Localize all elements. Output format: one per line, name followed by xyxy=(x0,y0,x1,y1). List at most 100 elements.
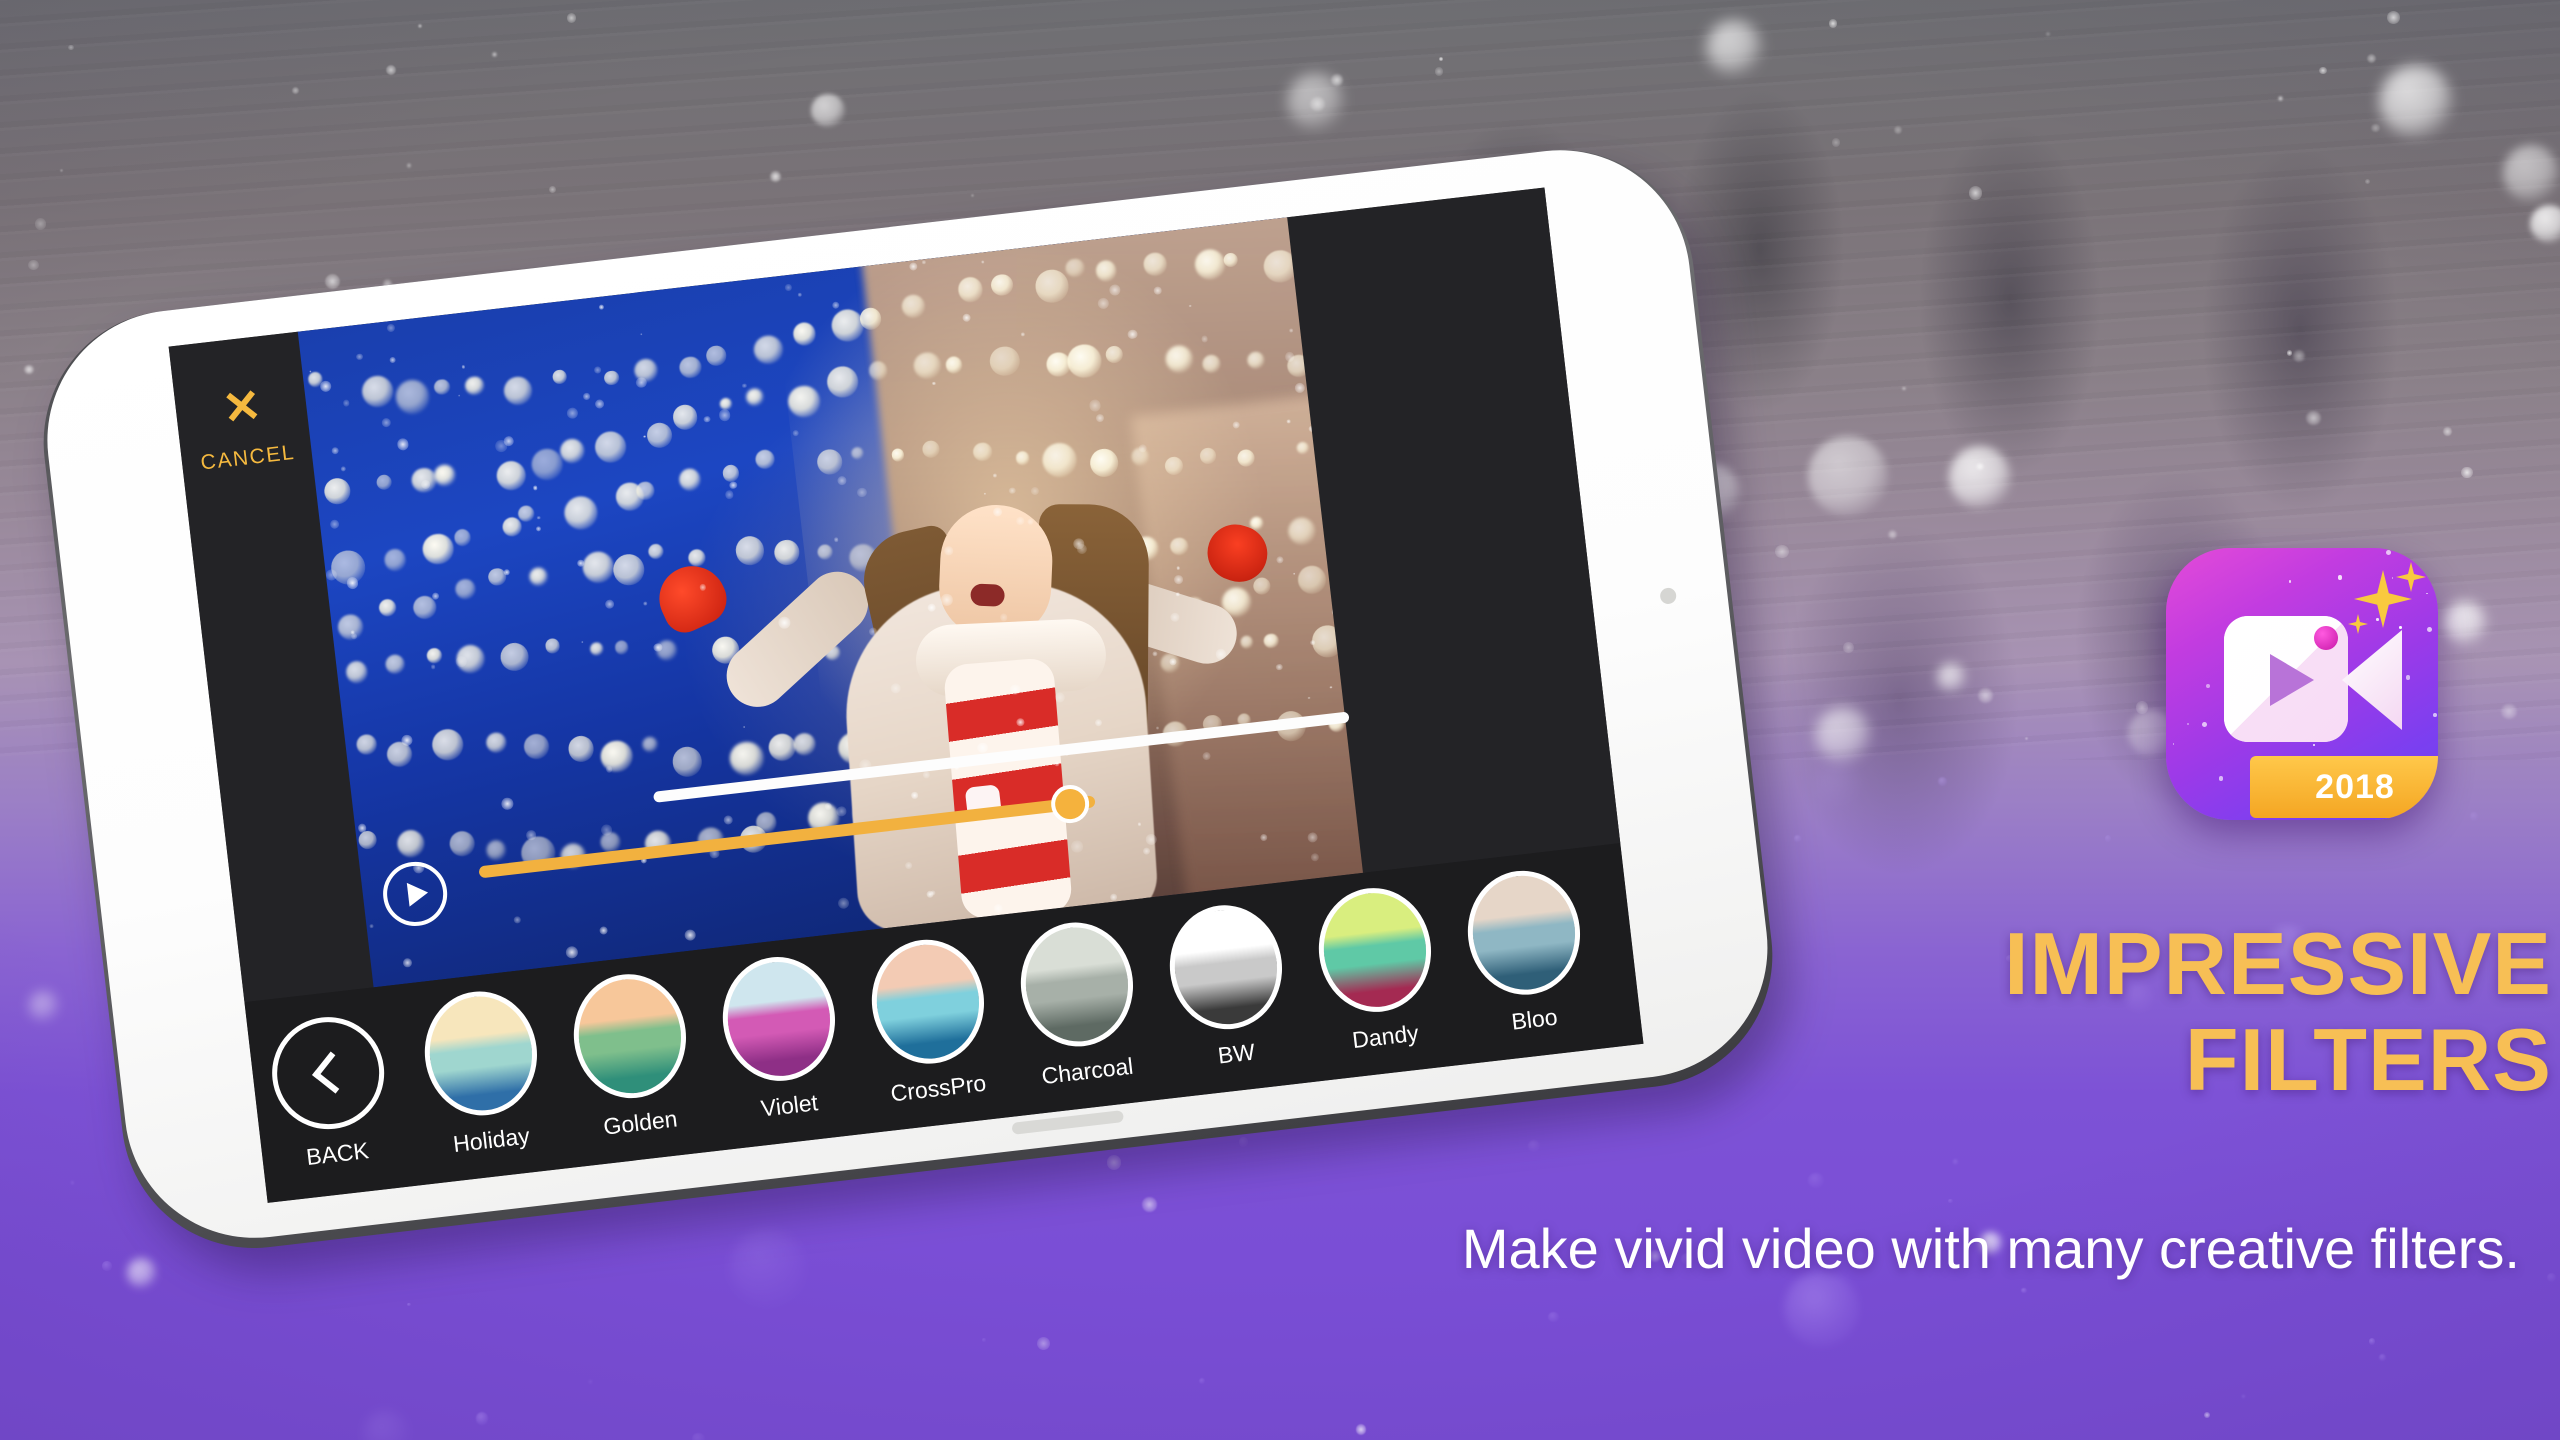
icon-star xyxy=(2186,722,2190,726)
snow-fleck xyxy=(342,399,351,408)
filter-thumbnail[interactable] xyxy=(1014,916,1141,1053)
snow-fleck xyxy=(565,945,579,960)
sparkle-small-icon xyxy=(2348,614,2368,634)
filter-thumbnail[interactable] xyxy=(1163,899,1290,1036)
icon-star xyxy=(2201,721,2207,727)
string-light xyxy=(307,371,324,388)
filter-thumbnail[interactable] xyxy=(567,968,694,1105)
string-light xyxy=(705,345,728,367)
icon-star xyxy=(2427,627,2433,633)
string-light xyxy=(426,647,443,664)
snow-fleck xyxy=(369,924,374,929)
snow-fleck xyxy=(728,480,738,490)
string-light xyxy=(529,446,565,482)
string-light xyxy=(593,429,628,465)
string-light xyxy=(495,459,528,492)
string-light xyxy=(528,566,549,587)
icon-star xyxy=(2172,743,2175,745)
icon-star xyxy=(2376,618,2379,621)
string-light xyxy=(603,369,620,386)
string-light xyxy=(671,745,704,778)
string-light xyxy=(410,466,438,494)
string-light xyxy=(552,369,567,385)
filter-item[interactable]: Holiday xyxy=(400,983,568,1162)
filter-item[interactable]: Bloo xyxy=(1443,862,1611,1041)
filter-item[interactable]: CrossPro xyxy=(847,931,1015,1110)
filter-label: Bloo xyxy=(1510,1003,1559,1035)
tagline: Make vivid video with many creative filt… xyxy=(1461,1217,2520,1280)
promo-stage: ✕ CANCEL ✓ OKAY APPLY ALL xyxy=(0,0,2560,1440)
snow-fleck xyxy=(402,957,413,968)
string-light xyxy=(792,731,817,757)
subject-mouth xyxy=(970,583,1006,607)
string-light xyxy=(544,638,561,654)
filter-thumbnail[interactable] xyxy=(1312,881,1439,1018)
string-light xyxy=(645,421,674,449)
video-preview[interactable] xyxy=(295,217,1365,988)
snow-fleck xyxy=(430,664,436,670)
filter-item[interactable]: Golden xyxy=(549,966,717,1145)
headline-line-2: FILTERS xyxy=(2184,1010,2552,1109)
string-light xyxy=(385,653,406,675)
snow-fleck xyxy=(329,519,340,530)
filter-thumbnail[interactable] xyxy=(716,950,843,1087)
icon-star xyxy=(2405,675,2411,680)
string-light xyxy=(655,639,678,662)
snow-fleck xyxy=(604,599,615,610)
string-light xyxy=(641,736,659,753)
snow-fleck xyxy=(718,408,731,422)
string-light xyxy=(421,532,455,567)
string-light xyxy=(671,403,699,431)
snow-fleck xyxy=(396,437,410,451)
string-light xyxy=(357,829,378,851)
filter-label: Holiday xyxy=(451,1122,531,1158)
filter-label: BW xyxy=(1216,1038,1257,1069)
filter-thumbnail[interactable] xyxy=(418,985,545,1122)
record-dot-icon xyxy=(2314,626,2338,650)
snow-fleck xyxy=(355,353,363,361)
icon-star xyxy=(2391,577,2394,579)
string-light xyxy=(485,839,507,861)
chevron-left-icon xyxy=(266,1011,391,1136)
string-light xyxy=(464,375,485,396)
cancel-button-label: CANCEL xyxy=(199,440,297,475)
string-light xyxy=(344,660,369,685)
string-light xyxy=(411,594,438,621)
snow-fleck xyxy=(381,417,392,429)
icon-star xyxy=(2288,580,2292,583)
string-light xyxy=(502,375,534,407)
string-light xyxy=(559,437,587,465)
close-icon: ✕ xyxy=(219,378,265,435)
snow-fleck xyxy=(640,332,643,336)
back-button[interactable]: BACK xyxy=(246,1001,413,1176)
string-light xyxy=(454,577,477,600)
string-light xyxy=(687,548,707,568)
string-light xyxy=(611,552,647,588)
filter-item[interactable]: Dandy xyxy=(1294,880,1462,1059)
filter-thumbnail[interactable] xyxy=(1461,864,1588,1001)
icon-star xyxy=(2218,775,2224,781)
phone-screen: ✕ CANCEL ✓ OKAY APPLY ALL xyxy=(168,187,1644,1203)
filter-label: CrossPro xyxy=(889,1069,988,1107)
string-light xyxy=(678,355,703,380)
string-light xyxy=(721,464,741,483)
filter-thumbnail[interactable] xyxy=(865,933,992,1070)
string-light xyxy=(453,528,472,547)
phone-body: ✕ CANCEL ✓ OKAY APPLY ALL xyxy=(33,136,1782,1252)
snow-fleck xyxy=(724,490,734,500)
filter-item[interactable]: Violet xyxy=(698,949,866,1128)
snow-fleck xyxy=(513,916,521,924)
string-light xyxy=(487,567,507,587)
filter-item[interactable]: BW xyxy=(1145,897,1313,1076)
snow-fleck xyxy=(532,485,538,491)
filter-label: Charcoal xyxy=(1040,1052,1135,1090)
string-light xyxy=(382,547,408,573)
cancel-button[interactable]: ✕ CANCEL xyxy=(184,376,305,476)
filter-item[interactable]: Charcoal xyxy=(996,914,1164,1093)
string-light xyxy=(635,481,655,501)
string-light xyxy=(522,732,551,761)
filter-label: Golden xyxy=(602,1105,679,1140)
string-light xyxy=(589,641,604,656)
string-light xyxy=(360,374,395,409)
app-icon: 2018 xyxy=(2166,548,2438,820)
